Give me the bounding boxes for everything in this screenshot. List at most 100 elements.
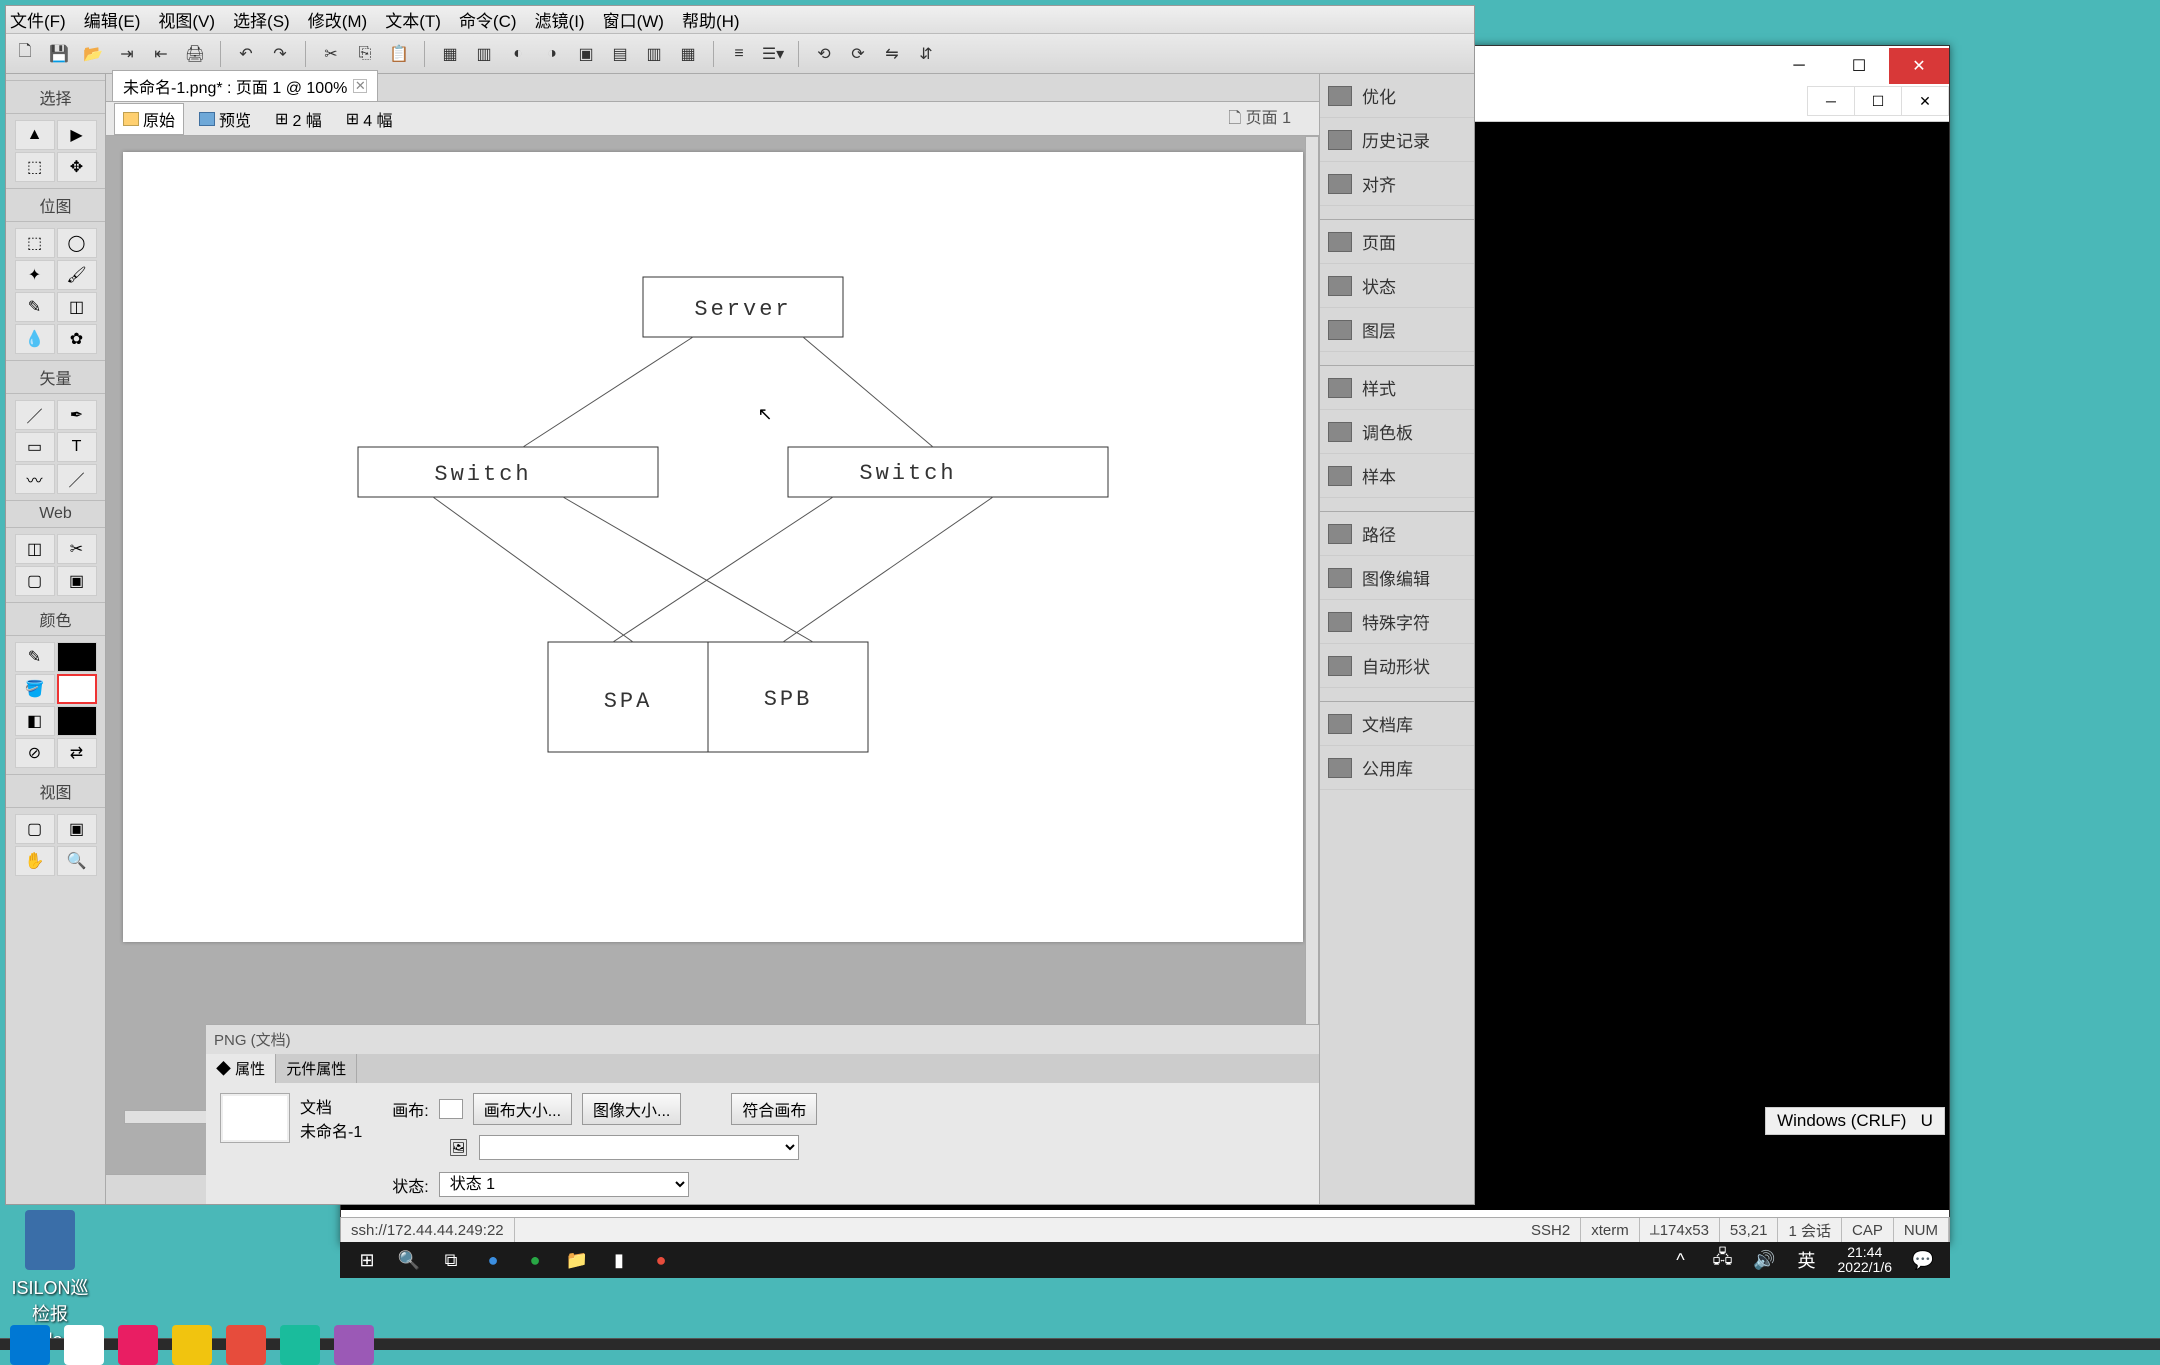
panel-commonlib[interactable]: 公用库 — [1320, 746, 1474, 790]
start-icon[interactable]: ⊞ — [346, 1245, 388, 1275]
save-icon[interactable]: 💾 — [46, 41, 72, 67]
panel-swatches[interactable]: 样本 — [1320, 454, 1474, 498]
layer2-icon[interactable]: ▤ — [607, 41, 633, 67]
sub-minimize[interactable]: ─ — [1807, 86, 1855, 116]
panel-states[interactable]: 状态 — [1320, 264, 1474, 308]
open-icon[interactable]: 📂 — [80, 41, 106, 67]
embedded-taskbar[interactable]: ⊞ 🔍 ⧉ ● ● 📁 ▮ ● ^ 🖧 🔊 英 21:442022/1/6 💬 — [340, 1242, 1950, 1278]
tb-app7[interactable] — [334, 1325, 374, 1365]
stamp-tool[interactable]: ✿ — [57, 324, 97, 354]
canvas-wrap[interactable]: Server Switch Switch SPA SPB — [106, 136, 1319, 1174]
props-tabs[interactable]: ◆ 属性 元件属性 — [206, 1054, 1319, 1083]
hand-tool[interactable]: ✋ — [15, 846, 55, 876]
tb-app6[interactable] — [280, 1325, 320, 1365]
sound-icon[interactable]: 🔊 — [1744, 1245, 1786, 1275]
tray-chevron-icon[interactable]: ^ — [1660, 1245, 1702, 1275]
swap2[interactable]: ⇄ — [57, 738, 97, 768]
menu-window[interactable]: 窗口(W) — [603, 7, 664, 32]
stroke-color[interactable]: ✎ — [15, 642, 55, 672]
main-toolbar[interactable]: 🗋 💾 📂 ⇥ ⇤ 🖨 ↶ ↷ ✂ ⎘ 📋 ▦ ▥ ◐ ◑ ▣ ▤ ▥ ▦ ≡ … — [6, 34, 1474, 74]
transform-tool[interactable]: ✥ — [57, 152, 97, 182]
pointer-tool[interactable]: ▲ — [15, 120, 55, 150]
menu-text[interactable]: 文本(T) — [385, 7, 441, 32]
chrome-icon[interactable]: ● — [514, 1245, 556, 1275]
text-tool[interactable]: T — [57, 432, 97, 462]
panel-align[interactable]: 对齐 — [1320, 162, 1474, 206]
menu-edit[interactable]: 编辑(E) — [84, 7, 141, 32]
maximize-button[interactable]: ☐ — [1829, 48, 1889, 84]
layer4-icon[interactable]: ▦ — [675, 41, 701, 67]
tb-app4[interactable] — [172, 1325, 212, 1365]
canvas[interactable]: Server Switch Switch SPA SPB — [123, 152, 1303, 942]
panel-path[interactable]: 路径 — [1320, 512, 1474, 556]
layer3-icon[interactable]: ▥ — [641, 41, 667, 67]
marquee-tool[interactable]: ⬚ — [15, 228, 55, 258]
ungroup-icon[interactable]: ▥ — [471, 41, 497, 67]
eraser-tool[interactable]: ◫ — [57, 292, 97, 322]
taskview-icon[interactable]: ⧉ — [430, 1245, 472, 1275]
swap-colors[interactable] — [57, 706, 97, 736]
align2-icon[interactable]: ☰▾ — [760, 41, 786, 67]
menu-modify[interactable]: 修改(M) — [308, 7, 367, 32]
tb-app2[interactable] — [64, 1325, 104, 1365]
flip-v-icon[interactable]: ⇵ — [913, 41, 939, 67]
canvas-color-swatch[interactable] — [439, 1099, 463, 1119]
panel-layers[interactable]: 图层 — [1320, 308, 1474, 352]
menu-view[interactable]: 视图(V) — [158, 7, 215, 32]
network-icon[interactable]: 🖧 — [1702, 1245, 1744, 1275]
doc-tab-active[interactable]: 未命名-1.png* : 页面 1 @ 100% ✕ — [112, 70, 378, 101]
brush-tool[interactable]: 🖌 — [57, 260, 97, 290]
view-tabs[interactable]: 原始 预览 ⊞ 2 幅 ⊞ 4 幅 🗋 页面 1 — [106, 102, 1319, 136]
explorer-icon[interactable]: 📁 — [556, 1245, 598, 1275]
doc-tabs[interactable]: 未命名-1.png* : 页面 1 @ 100% ✕ — [106, 74, 1319, 102]
import-icon[interactable]: ⇥ — [114, 41, 140, 67]
shape1-icon[interactable]: ◐ — [505, 41, 531, 67]
sub-close[interactable]: ✕ — [1901, 86, 1949, 116]
line-tool[interactable]: ／ — [15, 400, 55, 430]
sub-maximize[interactable]: ☐ — [1854, 86, 1902, 116]
fit-canvas-button[interactable]: 符合画布 — [731, 1093, 817, 1125]
screen-mode1[interactable]: ▢ — [15, 814, 55, 844]
close-button[interactable]: ✕ — [1889, 48, 1949, 84]
undo-icon[interactable]: ↶ — [233, 41, 259, 67]
image-size-button[interactable]: 图像大小... — [582, 1093, 681, 1125]
panel-palette[interactable]: 调色板 — [1320, 410, 1474, 454]
pen-tool[interactable]: ✒ — [57, 400, 97, 430]
app-icon[interactable]: ▮ — [598, 1245, 640, 1275]
panel-autoshape[interactable]: 自动形状 — [1320, 644, 1474, 688]
menu-file[interactable]: 文件(F) — [10, 7, 66, 32]
panel-styles[interactable]: 样式 — [1320, 366, 1474, 410]
ime-indicator[interactable]: 英 — [1786, 1245, 1828, 1275]
shape2-icon[interactable]: ◑ — [539, 41, 565, 67]
notifications-icon[interactable]: 💬 — [1902, 1245, 1944, 1275]
paste-icon[interactable]: 📋 — [386, 41, 412, 67]
new-icon[interactable]: 🗋 — [12, 41, 38, 67]
clock[interactable]: 21:442022/1/6 — [1828, 1245, 1903, 1275]
lasso-tool[interactable]: ◯ — [57, 228, 97, 258]
host-taskbar[interactable] — [0, 1338, 2160, 1350]
panel-special[interactable]: 特殊字符 — [1320, 600, 1474, 644]
state-select[interactable]: 状态 1 — [439, 1172, 689, 1197]
view-4up[interactable]: ⊞ 4 幅 — [337, 103, 402, 135]
subselect-tool[interactable]: ▶ — [57, 120, 97, 150]
hide-tool[interactable]: ▢ — [15, 566, 55, 596]
print-icon[interactable]: 🖨 — [182, 41, 208, 67]
blur-tool[interactable]: 💧 — [15, 324, 55, 354]
tool-panel[interactable]: 选择 ▲ ▶ ⬚ ✥ 位图 ⬚ ◯ ✦ 🖌 ✎ ◫ 💧 ✿ 矢量 ／ ✒ — [6, 74, 106, 1204]
hotspot-tool[interactable]: ◫ — [15, 534, 55, 564]
panel-imgedit[interactable]: 图像编辑 — [1320, 556, 1474, 600]
tb-app5[interactable] — [226, 1325, 266, 1365]
pencil-tool[interactable]: ✎ — [15, 292, 55, 322]
redo-icon[interactable]: ↷ — [267, 41, 293, 67]
slice-tool[interactable]: ✂ — [57, 534, 97, 564]
props-tab-main[interactable]: ◆ 属性 — [206, 1054, 276, 1083]
menubar[interactable]: 文件(F) 编辑(E) 视图(V) 选择(S) 修改(M) 文本(T) 命令(C… — [6, 6, 1474, 34]
canvas-size-button[interactable]: 画布大小... — [473, 1093, 572, 1125]
menu-select[interactable]: 选择(S) — [233, 7, 290, 32]
scrollbar-vertical[interactable] — [1305, 136, 1319, 1124]
props-tab-symbol[interactable]: 元件属性 — [276, 1054, 357, 1083]
stroke-swatch[interactable] — [57, 642, 97, 672]
view-original[interactable]: 原始 — [114, 103, 184, 135]
menu-command[interactable]: 命令(C) — [459, 7, 517, 32]
copy-icon[interactable]: ⎘ — [352, 41, 378, 67]
